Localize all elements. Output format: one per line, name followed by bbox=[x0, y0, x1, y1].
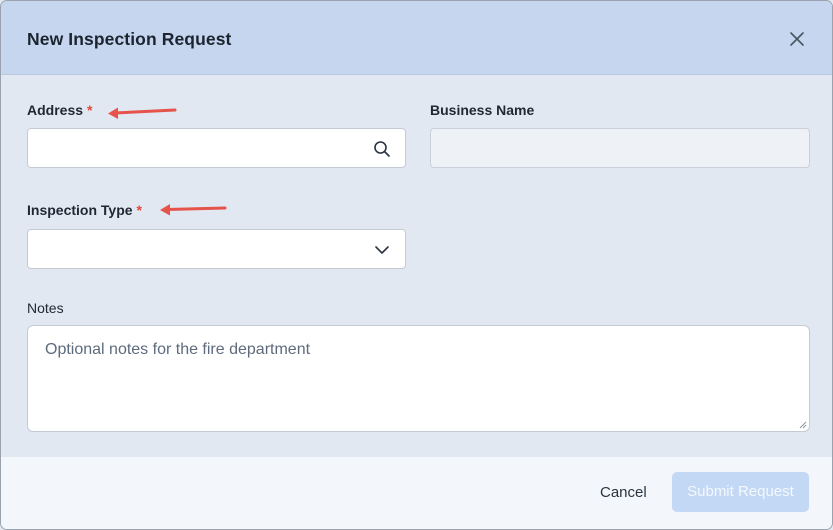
address-input[interactable] bbox=[28, 129, 372, 165]
cancel-button[interactable]: Cancel bbox=[600, 484, 647, 501]
inspection-type-select[interactable] bbox=[27, 229, 406, 269]
required-marker: * bbox=[87, 102, 93, 118]
notes-placeholder: Optional notes for the fire department bbox=[45, 341, 311, 358]
business-name-field bbox=[430, 128, 810, 168]
dialog-footer: Cancel Submit Request bbox=[1, 457, 832, 529]
search-icon[interactable] bbox=[373, 140, 391, 158]
address-label: Address * bbox=[27, 102, 92, 118]
resize-handle-icon[interactable] bbox=[798, 420, 807, 429]
notes-label: Notes bbox=[27, 300, 64, 316]
inspection-type-label-text: Inspection Type bbox=[27, 202, 133, 218]
dialog-header: New Inspection Request bbox=[1, 1, 832, 75]
annotation-arrow-icon bbox=[160, 204, 227, 216]
address-field[interactable] bbox=[27, 128, 406, 168]
close-icon bbox=[790, 32, 804, 46]
chevron-down-icon[interactable] bbox=[373, 241, 391, 259]
business-name-input bbox=[431, 129, 775, 165]
inspection-request-dialog: New Inspection Request Address * Business… bbox=[0, 0, 833, 530]
annotation-arrow-icon bbox=[108, 107, 177, 119]
close-button[interactable] bbox=[787, 29, 807, 49]
business-name-label: Business Name bbox=[430, 102, 535, 118]
dialog-title: New Inspection Request bbox=[27, 29, 232, 49]
address-label-text: Address bbox=[27, 102, 84, 118]
submit-request-button[interactable]: Submit Request bbox=[672, 472, 809, 512]
required-marker: * bbox=[136, 202, 142, 218]
notes-textarea[interactable]: Optional notes for the fire department bbox=[27, 325, 810, 432]
inspection-type-label: Inspection Type * bbox=[27, 202, 142, 218]
